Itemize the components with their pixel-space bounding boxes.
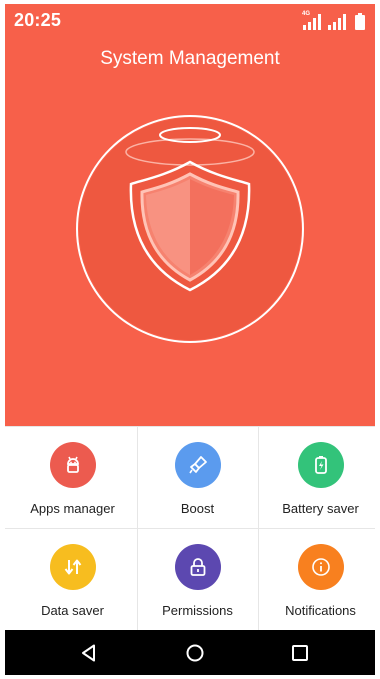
back-icon[interactable] bbox=[59, 630, 119, 675]
data-saver-tile[interactable]: Data saver bbox=[11, 528, 134, 630]
network-type-label: 4G bbox=[302, 11, 311, 17]
status-time: 20:25 bbox=[14, 10, 62, 30]
signal-icon: 4G bbox=[302, 11, 323, 30]
notifications-label: Notifications bbox=[285, 603, 356, 618]
signal-icon bbox=[328, 14, 348, 30]
info-icon bbox=[297, 544, 344, 590]
battery-saver-tile[interactable]: Battery saver bbox=[259, 426, 375, 528]
notifications-tile[interactable]: Notifications bbox=[259, 528, 375, 630]
battery-saver-label: Battery saver bbox=[282, 501, 359, 516]
phone-screen: System Management 20:25 4G Apps manager … bbox=[5, 4, 375, 675]
apps-manager-label: Apps manager bbox=[30, 501, 115, 516]
data-saver-label: Data saver bbox=[41, 603, 104, 618]
boost-label: Boost bbox=[180, 501, 215, 516]
lock-icon bbox=[174, 544, 221, 590]
permissions-label: Permissions bbox=[162, 603, 233, 618]
apps-manager-tile[interactable]: Apps manager bbox=[11, 426, 134, 528]
broom-icon bbox=[174, 442, 221, 488]
hero-banner: System Management bbox=[5, 4, 375, 426]
navigation-bar bbox=[5, 630, 375, 675]
home-icon[interactable] bbox=[165, 630, 225, 675]
status-bar: 20:25 4G bbox=[5, 4, 375, 36]
recents-icon[interactable] bbox=[270, 630, 330, 675]
tools-grid: Apps manager Boost Battery saver Data sa… bbox=[5, 426, 375, 630]
page-title: System Management bbox=[100, 48, 280, 69]
data-arrows-icon bbox=[49, 544, 96, 590]
status-icons: 4G bbox=[302, 11, 365, 30]
shield-icon[interactable] bbox=[5, 104, 375, 344]
boost-tile[interactable]: Boost bbox=[136, 426, 259, 528]
android-icon bbox=[49, 442, 96, 488]
permissions-tile[interactable]: Permissions bbox=[136, 528, 259, 630]
battery-icon bbox=[355, 13, 365, 30]
battery-bolt-icon bbox=[297, 442, 344, 488]
